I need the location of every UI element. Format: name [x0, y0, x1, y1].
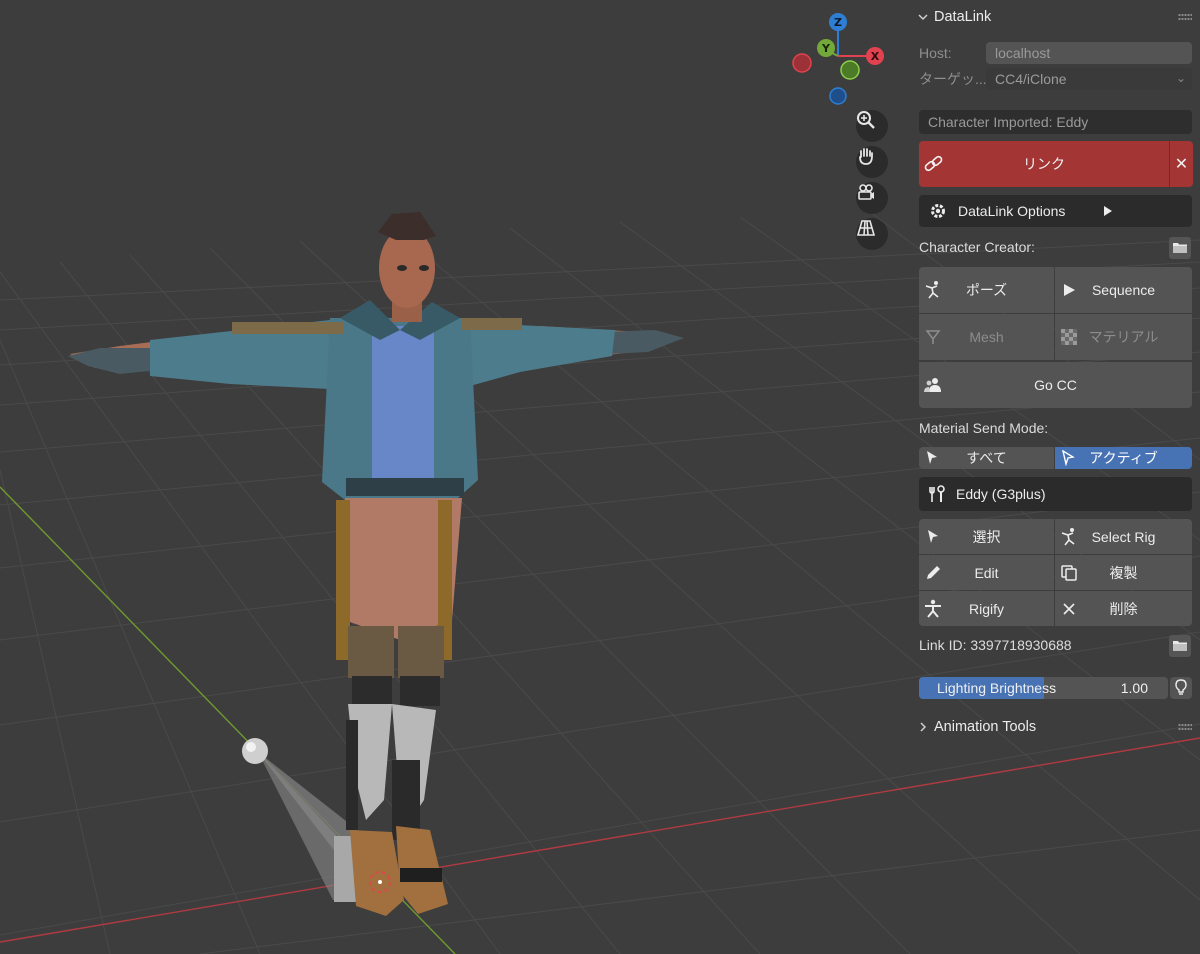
target-value: CC4/iClone	[995, 71, 1067, 87]
hand-pan-icon[interactable]	[856, 146, 888, 178]
x-delete-icon	[1059, 599, 1079, 619]
cursor-outline-icon	[1061, 449, 1075, 469]
target-dropdown[interactable]: CC4/iClone ⌄	[986, 68, 1192, 90]
svg-text:X: X	[871, 50, 880, 63]
character-eddy	[68, 212, 684, 916]
pose-label: ポーズ	[965, 282, 1008, 298]
sequence-button[interactable]: Sequence	[1055, 267, 1192, 313]
folder-button[interactable]	[1169, 237, 1191, 259]
unlink-close-button[interactable]: ✕	[1169, 141, 1193, 187]
panel-header[interactable]: DataLink	[912, 5, 1200, 29]
tools-wrench-icon	[928, 485, 948, 506]
close-icon: ✕	[1174, 156, 1189, 173]
mesh-icon	[923, 327, 943, 347]
checker-material-icon	[1059, 327, 1079, 347]
cursor-arrow-icon	[925, 450, 939, 469]
host-field[interactable]: localhost	[986, 42, 1192, 64]
datalink-panel: DataLink Host: localhost ターゲッ... CC4/iCl…	[912, 0, 1200, 954]
pose-figure-icon	[1059, 527, 1079, 547]
target-row: ターゲッ... CC4/iClone ⌄	[919, 68, 1192, 90]
go-cc-button[interactable]: Go CC	[919, 362, 1192, 408]
animation-tools-header[interactable]: Animation Tools	[912, 715, 1200, 739]
material-mode-all-button[interactable]: すべて	[919, 447, 1054, 469]
light-object	[242, 738, 268, 764]
panel-title: DataLink	[934, 9, 992, 25]
chevron-right-icon	[912, 722, 934, 732]
datalink-options-button[interactable]: DataLink Options	[919, 195, 1192, 227]
lighting-label: Lighting Brightness	[937, 680, 1057, 696]
navigation-gizmo[interactable]: Z X Y	[790, 12, 890, 112]
svg-text:Z: Z	[834, 16, 842, 29]
gear-icon	[929, 202, 947, 223]
shirt	[372, 326, 434, 486]
cursor-arrow-icon	[923, 527, 943, 547]
lighting-brightness-slider[interactable]: Lighting Brightness 1.00	[919, 677, 1168, 699]
delete-label: 削除	[1109, 600, 1138, 617]
material-button[interactable]: マテリアル	[1055, 314, 1192, 360]
material-label: マテリアル	[1088, 329, 1159, 345]
material-mode-all-label: すべて	[966, 450, 1007, 466]
chevron-down-icon: ⌄	[1175, 71, 1186, 85]
material-mode-active-button[interactable]: アクティブ	[1055, 447, 1192, 469]
lightbulb-button[interactable]	[1170, 677, 1192, 699]
chevron-down-icon	[912, 13, 934, 21]
target-label: ターゲッ...	[919, 71, 986, 87]
edit-label: Edit	[974, 564, 999, 581]
material-send-mode-label: Material Send Mode:	[919, 420, 1049, 436]
host-label: Host:	[919, 45, 952, 61]
select-label: 選択	[972, 528, 1001, 545]
status-field: Character Imported: Eddy	[919, 110, 1192, 134]
gizmo-neg-x	[792, 53, 812, 73]
link-label: リンク	[1023, 156, 1065, 172]
character-creator-label: Character Creator:	[919, 239, 1035, 255]
animation-tools-label: Animation Tools	[934, 719, 1037, 735]
select-button[interactable]: 選択	[919, 519, 1054, 554]
pose-figure-icon	[923, 280, 943, 300]
duplicate-icon	[1059, 563, 1079, 583]
link-chain-icon	[923, 154, 945, 177]
duplicate-button[interactable]: 複製	[1055, 555, 1192, 590]
duplicate-label: 複製	[1109, 564, 1138, 581]
material-mode-active-label: アクティブ	[1089, 450, 1158, 466]
mesh-button[interactable]: Mesh	[919, 314, 1054, 360]
folder-icon	[1172, 638, 1188, 655]
pencil-icon	[923, 563, 943, 583]
link-id-text: Link ID: 3397718930688	[919, 637, 1072, 653]
lighting-value: 1.00	[1120, 680, 1148, 696]
link-button[interactable]: リンク	[919, 141, 1169, 187]
folder-icon	[1172, 240, 1188, 257]
rigify-button[interactable]: Rigify	[919, 591, 1054, 626]
host-row: Host: localhost	[919, 42, 1192, 64]
mesh-label: Mesh	[969, 329, 1004, 345]
play-icon	[1059, 280, 1079, 300]
options-label: DataLink Options	[958, 203, 1066, 219]
drag-grip-icon[interactable]	[1178, 723, 1192, 731]
svg-text:Y: Y	[821, 42, 831, 55]
camera-icon[interactable]	[856, 182, 888, 214]
play-arrow-icon	[1103, 204, 1113, 220]
armature-figure-icon	[923, 599, 943, 619]
character-name-row: Eddy (G3plus)	[919, 477, 1192, 511]
perspective-grid-icon[interactable]	[856, 218, 888, 250]
character-name: Eddy (G3plus)	[956, 486, 1046, 502]
gizmo-neg-z	[829, 87, 847, 105]
edit-button[interactable]: Edit	[919, 555, 1054, 590]
link-id-folder-button[interactable]	[1169, 635, 1191, 657]
select-rig-button[interactable]: Select Rig	[1055, 519, 1192, 554]
gizmo-neg-y	[840, 60, 860, 80]
lightbulb-icon	[1174, 678, 1188, 698]
zoom-icon[interactable]	[856, 110, 888, 142]
go-cc-label: Go CC	[1034, 377, 1077, 393]
pose-button[interactable]: ポーズ	[919, 267, 1054, 313]
rigify-label: Rigify	[968, 600, 1004, 617]
users-icon	[923, 375, 943, 395]
drag-grip-icon[interactable]	[1178, 13, 1192, 21]
sequence-label: Sequence	[1091, 282, 1156, 298]
select-rig-label: Select Rig	[1091, 528, 1156, 545]
delete-button[interactable]: 削除	[1055, 591, 1192, 626]
